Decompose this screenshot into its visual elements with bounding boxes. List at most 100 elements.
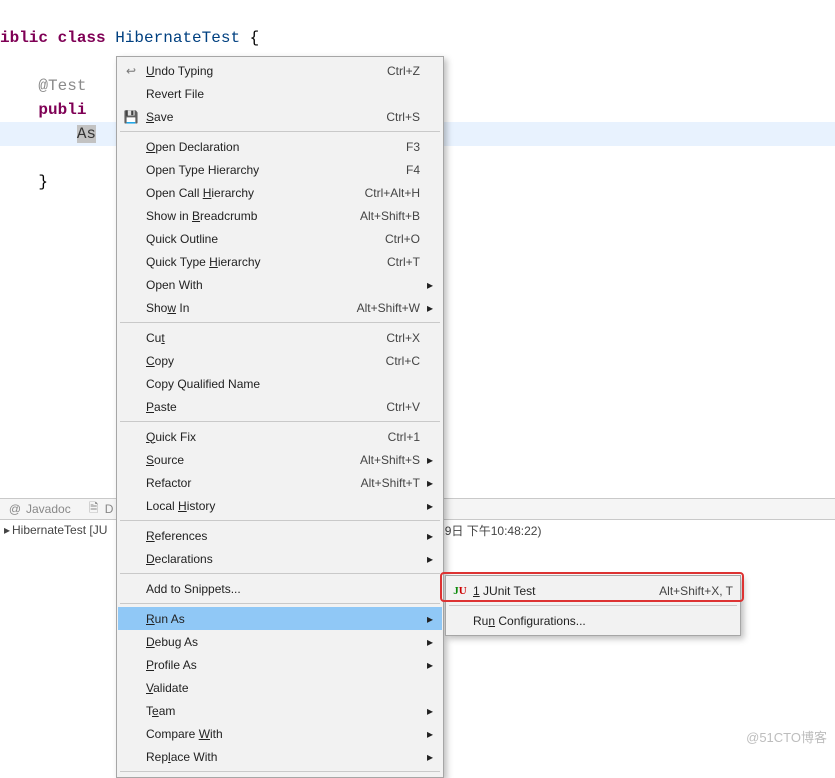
submenu-item-runconfig[interactable]: Run Configurations... — [447, 609, 739, 632]
menu-item-label: Copy Qualified Name — [144, 377, 424, 391]
menu-item-label: Add to Snippets... — [144, 582, 424, 596]
menu-separator — [120, 771, 440, 772]
menu-item-label: Open With — [144, 278, 424, 292]
chevron-right-icon: ▸ — [424, 476, 436, 490]
menu-item-label: Validate — [144, 681, 424, 695]
menu-item-refactor[interactable]: RefactorAlt+Shift+T▸ — [118, 471, 442, 494]
menu-item-revert-file[interactable]: Revert File — [118, 82, 442, 105]
chevron-right-icon: ▸ — [424, 612, 436, 626]
chevron-right-icon: ▸ — [424, 635, 436, 649]
menu-item-label: References — [144, 529, 424, 543]
menu-item-copy[interactable]: CopyCtrl+C — [118, 349, 442, 372]
submenu-separator — [449, 605, 737, 606]
menu-item-quick-type-hierarchy[interactable]: Quick Type HierarchyCtrl+T — [118, 250, 442, 273]
menu-item-label: Open Call Hierarchy — [144, 186, 365, 200]
menu-item-shortcut: Ctrl+Z — [387, 64, 424, 78]
menu-item-label: Quick Type Hierarchy — [144, 255, 387, 269]
menu-item-local-history[interactable]: Local History▸ — [118, 494, 442, 517]
chevron-right-icon: ▸ — [424, 552, 436, 566]
menu-item-label: Refactor — [144, 476, 361, 490]
menu-item-label: Team — [144, 704, 424, 718]
tab-label: D — [105, 502, 114, 516]
chevron-right-icon: ▸ — [424, 301, 436, 315]
menu-item-label: Undo Typing — [144, 64, 387, 78]
code-brace-open: { — [250, 29, 260, 47]
submenu-shortcut: Alt+Shift+X, T — [659, 584, 733, 598]
menu-item-label: Quick Fix — [144, 430, 388, 444]
watermark: @51CTO博客 — [746, 727, 827, 746]
menu-item-label: Local History — [144, 499, 424, 513]
code-classname: HibernateTest — [106, 29, 250, 47]
menu-separator — [120, 573, 440, 574]
menu-item-show-in[interactable]: Show InAlt+Shift+W▸ — [118, 296, 442, 319]
menu-item-label: Show in Breadcrumb — [144, 209, 360, 223]
menu-item-label: Run As — [144, 612, 424, 626]
menu-item-team[interactable]: Team▸ — [118, 699, 442, 722]
undo-icon: ↩ — [118, 64, 144, 78]
chevron-right-icon: ▸ — [424, 529, 436, 543]
menu-item-shortcut: Ctrl+X — [386, 331, 424, 345]
menu-item-label: Compare With — [144, 727, 424, 741]
chevron-right-icon: ▸ — [424, 499, 436, 513]
menu-item-cut[interactable]: CutCtrl+X — [118, 326, 442, 349]
menu-item-label: Copy — [144, 354, 386, 368]
menu-item-shortcut: F4 — [406, 163, 424, 177]
menu-item-replace-with[interactable]: Replace With▸ — [118, 745, 442, 768]
chevron-right-icon: ▸ — [424, 704, 436, 718]
run-as-submenu: JU 1 JUnit Test Alt+Shift+X, T Run Confi… — [445, 575, 741, 636]
menu-item-paste[interactable]: PasteCtrl+V — [118, 395, 442, 418]
chevron-right-icon: ▸ — [424, 278, 436, 292]
menu-item-references[interactable]: References▸ — [118, 524, 442, 547]
menu-item-profile-as[interactable]: Profile As▸ — [118, 653, 442, 676]
menu-item-label: Save — [144, 110, 386, 124]
menu-item-shortcut: Ctrl+C — [386, 354, 424, 368]
menu-item-save[interactable]: 💾SaveCtrl+S — [118, 105, 442, 128]
javadoc-icon: @ — [8, 502, 22, 516]
code-selection: As — [77, 125, 96, 143]
context-menu: ↩Undo TypingCtrl+ZRevert File💾SaveCtrl+S… — [116, 56, 444, 778]
menu-item-quick-fix[interactable]: Quick FixCtrl+1 — [118, 425, 442, 448]
menu-item-label: Show In — [144, 301, 357, 315]
menu-item-compare-with[interactable]: Compare With▸ — [118, 722, 442, 745]
menu-item-label: Cut — [144, 331, 386, 345]
menu-item-open-with[interactable]: Open With▸ — [118, 273, 442, 296]
menu-item-label: Revert File — [144, 87, 424, 101]
submenu-label: JUnit Test — [480, 584, 536, 598]
menu-item-debug-as[interactable]: Debug As▸ — [118, 630, 442, 653]
menu-item-declarations[interactable]: Declarations▸ — [118, 547, 442, 570]
save-icon: 💾 — [118, 110, 144, 124]
tab-declaration[interactable]: 🗎 D — [79, 499, 122, 520]
menu-item-source[interactable]: SourceAlt+Shift+S▸ — [118, 448, 442, 471]
menu-item-add-to-snippets[interactable]: Add to Snippets... — [118, 577, 442, 600]
menu-item-shortcut: Ctrl+O — [385, 232, 424, 246]
menu-item-undo-typing[interactable]: ↩Undo TypingCtrl+Z — [118, 59, 442, 82]
menu-item-shortcut: Ctrl+S — [386, 110, 424, 124]
menu-item-shortcut: Alt+Shift+S — [360, 453, 424, 467]
code-kw-public: iblic class — [0, 29, 106, 47]
menu-item-shortcut: Ctrl+T — [387, 255, 424, 269]
chevron-right-icon: ▸ — [424, 453, 436, 467]
menu-item-open-call-hierarchy[interactable]: Open Call HierarchyCtrl+Alt+H — [118, 181, 442, 204]
menu-item-shortcut: Alt+Shift+W — [357, 301, 424, 315]
chevron-right-icon: ▸ — [2, 523, 12, 537]
declaration-icon: 🗎 — [87, 499, 101, 520]
menu-item-copy-qualified-name[interactable]: Copy Qualified Name — [118, 372, 442, 395]
menu-item-shortcut: Ctrl+Alt+H — [365, 186, 424, 200]
menu-item-open-type-hierarchy[interactable]: Open Type HierarchyF4 — [118, 158, 442, 181]
submenu-item-junit[interactable]: JU 1 JUnit Test Alt+Shift+X, T — [447, 579, 739, 602]
chevron-right-icon: ▸ — [424, 658, 436, 672]
menu-item-validate[interactable]: Validate — [118, 676, 442, 699]
menu-item-show-in-breadcrumb[interactable]: Show in BreadcrumbAlt+Shift+B — [118, 204, 442, 227]
run-status-prefix: HibernateTest [JU — [12, 523, 107, 537]
menu-item-quick-outline[interactable]: Quick OutlineCtrl+O — [118, 227, 442, 250]
code-kw-method: publi — [38, 101, 86, 119]
menu-item-label: Paste — [144, 400, 386, 414]
menu-item-shortcut: Alt+Shift+T — [361, 476, 424, 490]
tab-javadoc[interactable]: @ Javadoc — [0, 502, 79, 516]
menu-item-shortcut: Ctrl+V — [386, 400, 424, 414]
menu-item-run-as[interactable]: Run As▸ — [118, 607, 442, 630]
menu-item-label: Debug As — [144, 635, 424, 649]
chevron-right-icon: ▸ — [424, 727, 436, 741]
menu-item-open-declaration[interactable]: Open DeclarationF3 — [118, 135, 442, 158]
junit-icon: JU — [447, 585, 473, 597]
